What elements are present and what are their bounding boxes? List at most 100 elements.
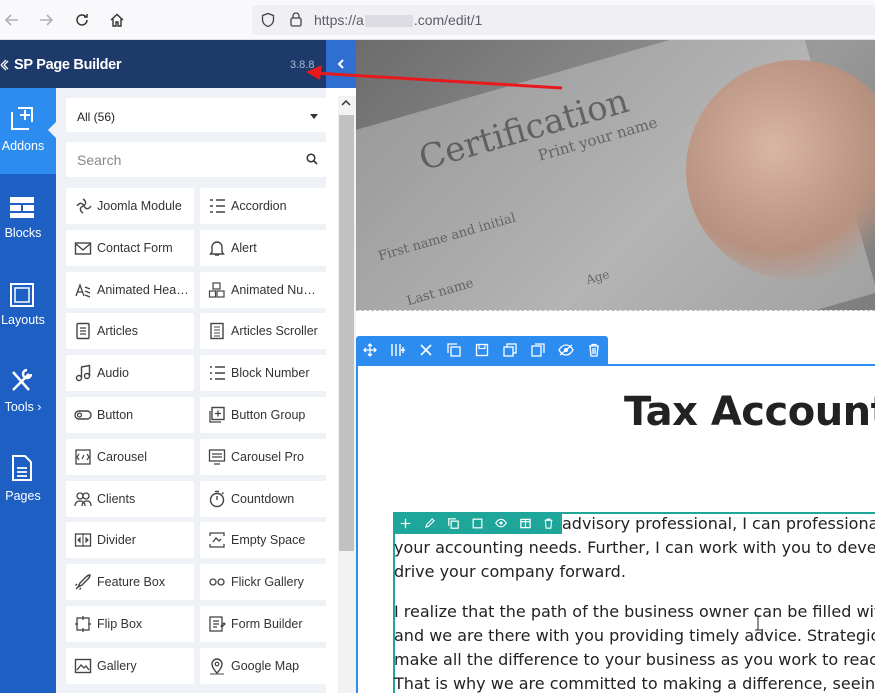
paste-icon: [531, 343, 545, 357]
save-addon-button[interactable]: [470, 516, 484, 530]
rail-label: Addons: [1, 139, 45, 153]
move-addon-button[interactable]: [398, 516, 412, 530]
scroll-up-icon[interactable]: [340, 98, 352, 108]
copy-button[interactable]: [501, 341, 519, 359]
rail-item-addons[interactable]: Addons: [0, 88, 56, 174]
addon-category-select[interactable]: All (56): [66, 98, 328, 132]
addon-card[interactable]: Articles: [66, 313, 194, 350]
addon-card[interactable]: Flickr Gallery: [200, 564, 328, 601]
carousel-pro-icon: [208, 449, 226, 465]
annotation-arrow: [306, 65, 563, 90]
addon-card[interactable]: Joomla Module: [66, 188, 194, 224]
search-icon: [306, 153, 318, 165]
duplicate-button[interactable]: [445, 341, 463, 359]
addon-card[interactable]: Divider: [66, 522, 194, 559]
addon-card[interactable]: Empty Space: [200, 522, 328, 559]
addon-card[interactable]: Contact Form: [66, 229, 194, 266]
rail-label: Pages: [5, 489, 41, 503]
browser-toolbar: https://a .com/edit/1: [0, 0, 875, 40]
addon-label: Form Builder: [231, 617, 303, 631]
paragraph-line: advisory professional, I can professiona…: [562, 514, 875, 533]
addon-card[interactable]: Articles Scroller: [200, 313, 328, 350]
addon-card[interactable]: Clients: [66, 480, 194, 517]
edit-addon-button[interactable]: [422, 516, 436, 530]
builder-header: SP Page Builder 3.8.8: [0, 40, 326, 88]
addon-card[interactable]: Alert: [200, 229, 328, 266]
addon-label: Animated Heading: [97, 282, 189, 297]
copy-icon: [503, 343, 517, 357]
visibility-button[interactable]: [557, 341, 575, 359]
divider-icon: [74, 533, 92, 548]
rail-item-tools[interactable]: Tools ›: [0, 350, 56, 436]
reload-button[interactable]: [70, 8, 94, 32]
visibility-addon-button[interactable]: [494, 516, 508, 530]
articles-scroller-icon: [210, 323, 224, 340]
trash-icon: [544, 518, 552, 529]
bell-icon: [209, 241, 225, 256]
addon-label: Empty Space: [231, 533, 306, 548]
paragraph-line: and we are there with you providing time…: [394, 626, 875, 645]
addon-card[interactable]: Button Group: [200, 397, 328, 433]
settings-button[interactable]: [417, 341, 435, 359]
move-section-button[interactable]: [361, 341, 379, 359]
envelope-icon: [74, 242, 92, 255]
flickr-icon: [209, 578, 225, 586]
eye-icon: [558, 344, 574, 356]
addon-card[interactable]: Countdown: [200, 480, 328, 517]
addon-card[interactable]: Animated Heading: [66, 271, 194, 308]
pencil-icon: [424, 517, 435, 528]
addon-card[interactable]: Flip Box: [66, 606, 194, 642]
back-button[interactable]: [0, 8, 24, 32]
home-button[interactable]: [105, 8, 129, 32]
animated-number-icon: [208, 281, 225, 298]
addon-label: Countdown: [231, 491, 295, 506]
rail-item-pages[interactable]: Pages: [0, 438, 56, 524]
addon-label: Animated Number: [231, 282, 323, 297]
map-pin-icon: [210, 658, 224, 675]
addon-label: Google Map: [231, 658, 300, 673]
duplicate-addon-button[interactable]: [446, 516, 460, 530]
addon-card[interactable]: Feature Box: [66, 564, 194, 601]
move-icon: [363, 343, 377, 357]
button-icon: [74, 410, 92, 420]
columns-button[interactable]: [389, 341, 407, 359]
add-square-icon: [11, 107, 33, 130]
addon-card[interactable]: Block Number: [200, 355, 328, 392]
page-heading: Tax Account: [624, 389, 875, 435]
clients-icon: [74, 491, 92, 506]
paragraph-line: drive your company forward.: [394, 562, 626, 581]
addon-label: Flickr Gallery: [231, 575, 304, 590]
addon-label: Divider: [97, 533, 136, 548]
rail-item-layouts[interactable]: Layouts: [0, 264, 56, 350]
active-pointer: [48, 122, 56, 138]
columns-addon-button[interactable]: [518, 516, 532, 530]
paste-button[interactable]: [529, 341, 547, 359]
layouts-icon: [10, 283, 34, 307]
scrollbar-thumb[interactable]: [339, 115, 354, 551]
addon-card[interactable]: Accordion: [200, 188, 328, 224]
addon-label: Button: [97, 408, 134, 422]
delete-addon-button[interactable]: [541, 516, 555, 530]
addon-card[interactable]: Animated Number: [200, 271, 328, 308]
save-button[interactable]: [473, 341, 491, 359]
articles-icon: [76, 323, 90, 340]
rail-item-blocks[interactable]: Blocks: [0, 177, 56, 263]
addon-card[interactable]: Form Builder: [200, 606, 328, 642]
addon-card[interactable]: Audio: [66, 355, 194, 392]
delete-section-button[interactable]: [585, 341, 603, 359]
addon-search[interactable]: [66, 142, 328, 177]
animated-heading-icon: [75, 282, 91, 298]
forward-button[interactable]: [34, 8, 58, 32]
image-icon: [74, 658, 92, 673]
addon-search-input[interactable]: [66, 142, 296, 177]
url-bar[interactable]: https://a .com/edit/1: [252, 5, 875, 35]
addon-card[interactable]: Button: [66, 397, 194, 433]
empty-space-icon: [209, 532, 225, 549]
text-cursor-icon: [755, 615, 761, 631]
addon-label: Accordion: [231, 199, 287, 213]
addon-card[interactable]: Gallery: [66, 647, 194, 684]
addon-card[interactable]: Carousel Pro: [200, 438, 328, 475]
addon-card[interactable]: Google Map: [200, 647, 328, 684]
paragraph-line: make all the difference to your business…: [394, 650, 875, 669]
addon-card[interactable]: Carousel: [66, 438, 194, 475]
